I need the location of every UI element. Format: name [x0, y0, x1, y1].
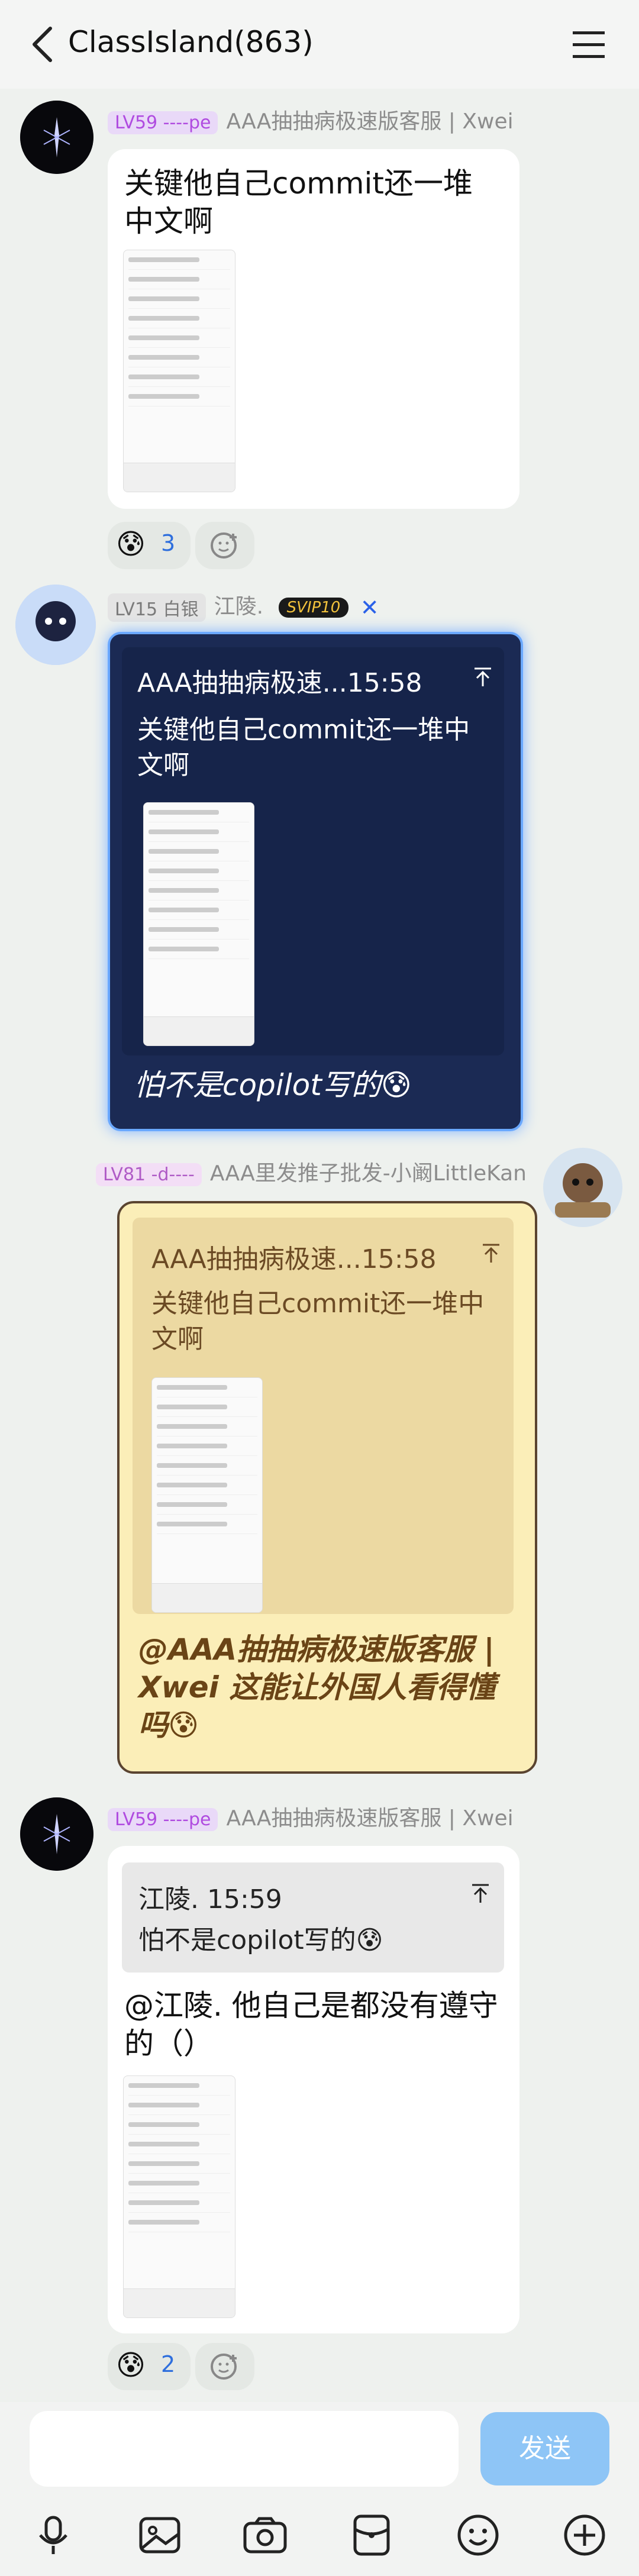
sender-name-row: LV59 ----pe AAA抽抽病极速版客服 | Xwei [108, 1801, 514, 1832]
quote-text: 关键他自己commit还一堆中文啊 [151, 1289, 485, 1354]
microphone-icon[interactable] [30, 2512, 77, 2559]
back-arrow-icon[interactable] [24, 24, 65, 65]
message-text: 怕不是copilot写的😰 [134, 1068, 412, 1102]
red-packet-icon[interactable] [348, 2512, 395, 2559]
quoted-message[interactable]: AAA抽抽病极速...15:58 关键他自己commit还一堆中文啊 [122, 647, 504, 1055]
emoji-icon[interactable] [454, 2512, 502, 2559]
level-badge: LV59 ----pe [108, 111, 218, 134]
image-icon[interactable] [136, 2512, 183, 2559]
quote-header: AAA抽抽病极速...15:58 [137, 668, 422, 698]
menu-icon[interactable] [568, 27, 609, 62]
reaction-emoji: 😰 [116, 528, 146, 561]
quoted-message[interactable]: 江陵. 15:59 怕不是copilot写的😰 [122, 1862, 504, 1973]
cat-avatar-icon [543, 1148, 622, 1227]
send-button[interactable]: 发送 [480, 2412, 609, 2485]
add-emoji-icon [211, 2354, 237, 2380]
avatar[interactable] [20, 1797, 93, 1871]
reaction-count: 3 [161, 530, 176, 556]
quote-text: 关键他自己commit还一堆中文啊 [137, 715, 470, 780]
message-bubble[interactable]: AAA抽抽病极速...15:58 关键他自己commit还一堆中文啊 怕不是co… [108, 632, 523, 1131]
avatar[interactable] [15, 585, 96, 665]
x-badge-icon: ✕ [360, 595, 379, 621]
screenshot-thumbnail[interactable] [123, 2075, 235, 2318]
avatar[interactable] [20, 101, 93, 174]
reaction-emoji: 😰 [116, 2349, 146, 2382]
reaction-chip[interactable]: 😰 2 [108, 2343, 191, 2390]
chat-header: ClassIsland(863) [0, 0, 639, 89]
level-badge: LV59 ----pe [108, 1807, 218, 1831]
sender-name-row: LV15 白银 江陵. SVIP10 ✕ [108, 589, 379, 622]
sender-name: AAA抽抽病极速版客服 | Xwei [226, 1806, 514, 1831]
add-emoji-icon [211, 532, 237, 559]
avatar[interactable] [543, 1148, 622, 1227]
message-bubble[interactable]: 关键他自己commit还一堆中文啊 [108, 149, 519, 509]
level-badge: LV81 -d---- [96, 1163, 202, 1186]
sender-name-row: LV81 -d---- AAA里发推子批发-小阚LittleKan [96, 1156, 527, 1187]
message-input[interactable] [30, 2411, 459, 2487]
quoted-message[interactable]: AAA抽抽病极速...15:58 关键他自己commit还一堆中文啊 [133, 1218, 514, 1614]
bottom-toolbar [0, 2497, 639, 2576]
message-bubble[interactable]: 江陵. 15:59 怕不是copilot写的😰 @江陵. 他自己是都没有遵守的（… [108, 1846, 519, 2333]
camera-icon[interactable] [241, 2512, 289, 2559]
screenshot-thumbnail[interactable] [123, 250, 235, 492]
vip-badge: SVIP10 [278, 598, 349, 618]
add-reaction-button[interactable] [195, 522, 254, 569]
sender-name: AAA里发推子批发-小阚LittleKan [209, 1161, 527, 1186]
add-reaction-button[interactable] [195, 2343, 254, 2390]
jump-to-quote-icon[interactable] [479, 1241, 503, 1265]
message-text: 关键他自己commit还一堆中文啊 [124, 166, 473, 238]
quote-text: 怕不是copilot写的😰 [138, 1925, 383, 1955]
sparkle-avatar-icon [20, 101, 93, 174]
screenshot-thumbnail[interactable] [151, 1377, 263, 1613]
reaction-count: 2 [161, 2351, 176, 2377]
level-badge: LV15 白银 [108, 593, 206, 622]
sparkle-avatar-icon [20, 1797, 93, 1871]
reaction-chip[interactable]: 😰 3 [108, 522, 191, 569]
message-text: @AAA抽抽病极速版客服 | Xwei 这能让外国人看得懂吗😰 [138, 1632, 496, 1742]
sender-name: AAA抽抽病极速版客服 | Xwei [226, 109, 514, 134]
message-bubble[interactable]: AAA抽抽病极速...15:58 关键他自己commit还一堆中文啊 @AAA抽… [117, 1201, 537, 1774]
plus-icon[interactable] [561, 2512, 608, 2559]
sender-name: 江陵. [214, 595, 264, 619]
chat-title: ClassIsland(863) [68, 25, 314, 59]
anime-avatar-icon [15, 585, 96, 665]
sender-name-row: LV59 ----pe AAA抽抽病极速版客服 | Xwei [108, 104, 514, 135]
jump-to-quote-icon[interactable] [469, 1881, 492, 1905]
jump-to-quote-icon[interactable] [471, 665, 495, 689]
quote-header: 江陵. 15:59 [138, 1884, 282, 1915]
screenshot-thumbnail[interactable] [143, 802, 254, 1046]
quote-header: AAA抽抽病极速...15:58 [151, 1244, 437, 1274]
message-text: @江陵. 他自己是都没有遵守的（） [124, 1989, 498, 2061]
